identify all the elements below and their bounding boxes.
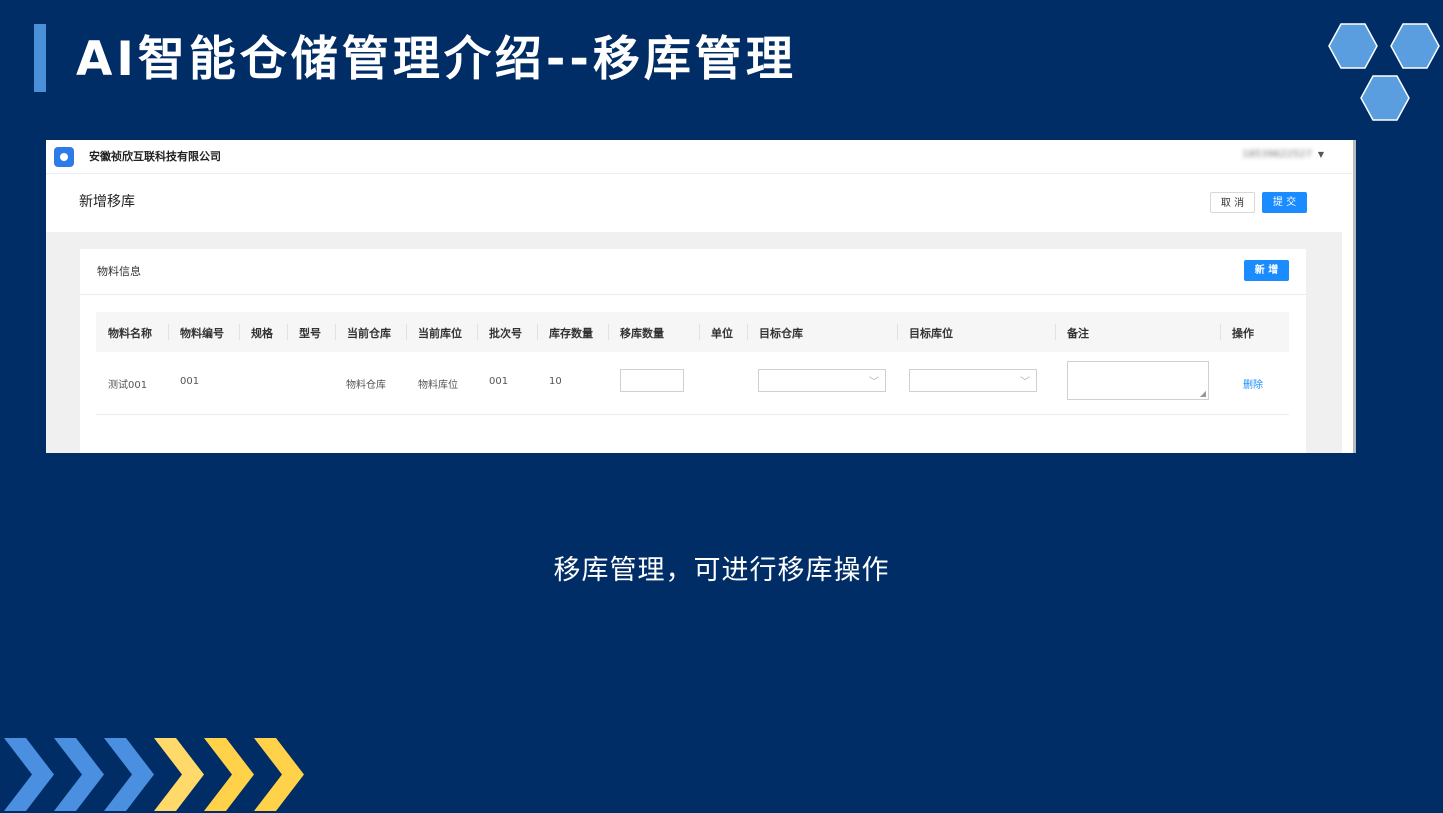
column-header: 批次号 (489, 327, 522, 340)
content-area: 物料信息 新 增 物料名称 物料编号 规格 型号 当前仓库 当前库位 批次号 库… (46, 232, 1342, 453)
app-screenshot: 安徽祯欣互联科技有限公司 18539622527 ▼ 新增移库 取 消 提 交 … (46, 140, 1356, 453)
material-info-card: 物料信息 新 增 物料名称 物料编号 规格 型号 当前仓库 当前库位 批次号 库… (80, 249, 1306, 453)
stock-quantity: 10 (549, 376, 562, 387)
column-header: 当前仓库 (347, 327, 391, 340)
column-divider (477, 324, 478, 340)
table-header: 物料名称 物料编号 规格 型号 当前仓库 当前库位 批次号 库存数量 移库数量 … (96, 312, 1289, 352)
column-header: 规格 (251, 327, 273, 340)
column-header: 物料编号 (180, 327, 224, 340)
column-divider (1055, 324, 1056, 340)
current-warehouse: 物料仓库 (346, 380, 386, 391)
app-topbar: 安徽祯欣互联科技有限公司 18539622527 ▼ (46, 140, 1352, 174)
app-logo-icon (54, 147, 74, 167)
page-title: 新增移库 (79, 194, 135, 210)
column-header: 当前库位 (418, 327, 462, 340)
delete-link[interactable]: 删除 (1243, 376, 1263, 391)
title-accent-bar (34, 24, 46, 92)
slide-title: AI智能仓储管理介绍--移库管理 (76, 32, 797, 87)
column-header: 备注 (1067, 327, 1089, 340)
batch-number: 001 (489, 376, 509, 387)
material-name: 测试001 (108, 380, 148, 391)
column-divider (168, 324, 169, 340)
divider (80, 294, 1306, 295)
column-divider (239, 324, 240, 340)
column-header: 单位 (711, 327, 733, 340)
column-divider (747, 324, 748, 340)
move-quantity-input[interactable] (620, 369, 684, 392)
chevron-down-icon: ﹀ (869, 377, 879, 388)
column-header: 物料名称 (108, 327, 152, 340)
cancel-button[interactable]: 取 消 (1210, 192, 1255, 213)
target-location-select[interactable]: ﹀ (909, 369, 1037, 392)
column-header: 型号 (299, 327, 321, 340)
column-divider (897, 324, 898, 340)
column-divider (287, 324, 288, 340)
user-account[interactable]: 18539622527 (1242, 149, 1312, 160)
column-divider (1220, 324, 1221, 340)
column-header: 移库数量 (620, 327, 664, 340)
current-location: 物料库位 (418, 380, 458, 391)
column-divider (608, 324, 609, 340)
column-divider (406, 324, 407, 340)
chevron-arrows-decoration (4, 738, 304, 811)
column-divider (699, 324, 700, 340)
column-divider (335, 324, 336, 340)
chevron-down-icon: ﹀ (1020, 377, 1030, 388)
column-header: 目标库位 (909, 327, 953, 340)
hexagon-decoration (1328, 23, 1440, 121)
table-row: 测试001 001 物料仓库 物料库位 001 10 ﹀ ﹀ ◢ 删除 (96, 352, 1289, 415)
material-code: 001 (180, 376, 200, 387)
column-header: 库存数量 (549, 327, 593, 340)
section-title: 物料信息 (97, 265, 141, 278)
add-row-button[interactable]: 新 增 (1244, 260, 1289, 281)
column-header: 操作 (1232, 327, 1254, 340)
column-divider (537, 324, 538, 340)
target-warehouse-select[interactable]: ﹀ (758, 369, 886, 392)
scrollbar[interactable] (1353, 140, 1356, 453)
page-header: 新增移库 取 消 提 交 (46, 174, 1342, 232)
company-name: 安徽祯欣互联科技有限公司 (89, 150, 221, 163)
resize-handle-icon[interactable]: ◢ (1200, 389, 1206, 398)
slide-caption: 移库管理，可进行移库操作 (553, 555, 890, 586)
caret-down-icon[interactable]: ▼ (1318, 150, 1324, 159)
submit-button[interactable]: 提 交 (1262, 192, 1307, 213)
column-header: 目标仓库 (759, 327, 803, 340)
remark-textarea[interactable]: ◢ (1067, 361, 1209, 400)
